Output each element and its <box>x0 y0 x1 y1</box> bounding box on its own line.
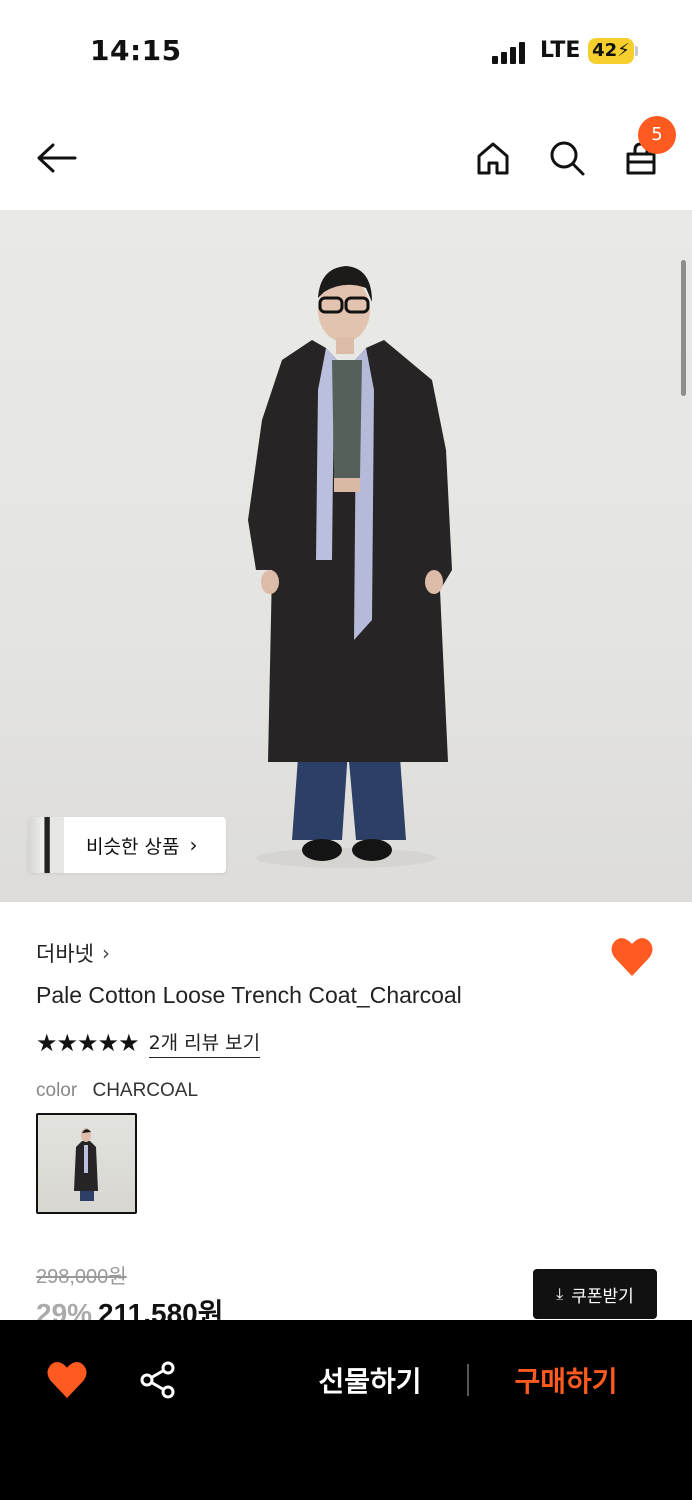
similar-products-label: 비슷한 상품 <box>86 835 180 858</box>
heart-icon[interactable] <box>610 936 654 978</box>
similar-products-thumbnail <box>28 817 64 873</box>
signal-icon <box>492 40 526 64</box>
status-time: 14:15 <box>90 34 182 67</box>
original-price: 298,000원 <box>36 1266 127 1288</box>
color-value: CHARCOAL <box>92 1080 199 1101</box>
model-photo <box>248 266 452 868</box>
color-option-swatch[interactable] <box>36 1113 137 1214</box>
download-icon: ⤓ <box>556 1284 564 1303</box>
network-label: LTE <box>540 38 581 63</box>
status-bar: 14:15 LTE 42⚡ <box>0 0 692 100</box>
star-rating: ★★★★★ <box>36 1029 140 1057</box>
gift-button[interactable]: 선물하기 <box>300 1360 440 1400</box>
product-image[interactable]: 비슷한 상품 › <box>0 210 692 902</box>
bottom-action-bar: 선물하기 구매하기 <box>0 1320 692 1500</box>
coupon-label: 쿠폰받기 <box>571 1286 634 1307</box>
home-icon[interactable] <box>471 136 515 180</box>
brand-name: 더바넷 <box>36 942 94 966</box>
similar-products-button[interactable]: 비슷한 상품 › <box>28 817 226 873</box>
battery-tip <box>635 46 638 56</box>
image-scroll-indicator <box>681 260 686 396</box>
divider <box>467 1364 469 1396</box>
search-icon[interactable] <box>545 136 589 180</box>
review-link[interactable]: 2개 리뷰 보기 <box>148 1028 261 1058</box>
buy-button[interactable]: 구매하기 <box>496 1360 636 1400</box>
share-icon[interactable] <box>138 1360 178 1400</box>
color-row: color CHARCOAL <box>36 1080 198 1102</box>
cart-count-badge: 5 <box>638 116 676 154</box>
heart-icon[interactable] <box>46 1360 88 1400</box>
brand-link[interactable]: 더바넷 › <box>36 938 110 968</box>
rating-row: ★★★★★ 2개 리뷰 보기 <box>36 1028 261 1058</box>
top-nav <box>0 110 692 206</box>
chevron-right-icon: › <box>189 833 198 857</box>
battery-icon: 42⚡ <box>588 38 634 64</box>
back-arrow-icon[interactable] <box>34 136 78 180</box>
product-name: Pale Cotton Loose Trench Coat_Charcoal <box>36 982 462 1008</box>
color-label: color <box>36 1080 78 1101</box>
battery-level: 42 <box>592 40 618 61</box>
swatch-photo <box>74 1128 98 1201</box>
chevron-right-icon: › <box>101 941 110 965</box>
coupon-button[interactable]: ⤓ 쿠폰받기 <box>533 1269 657 1319</box>
